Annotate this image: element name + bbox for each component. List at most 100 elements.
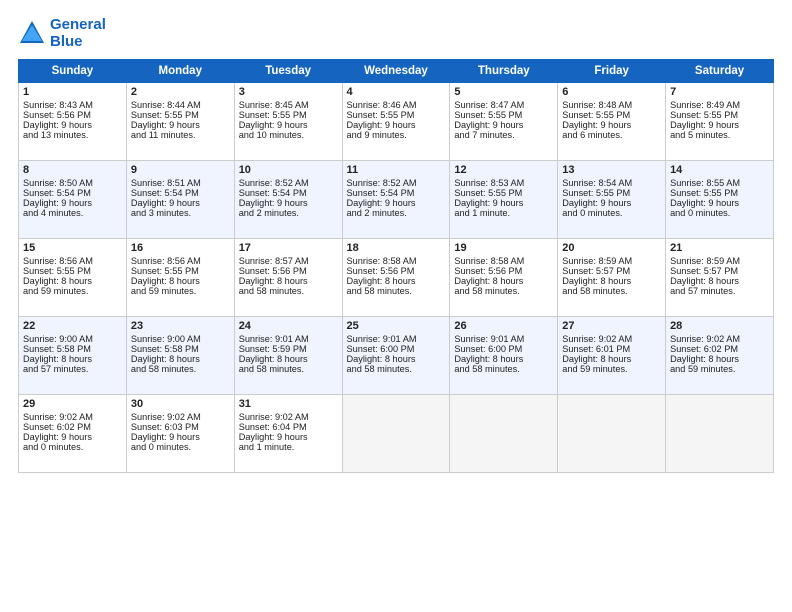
day-number: 12 xyxy=(454,164,553,176)
cell-line: Daylight: 8 hours xyxy=(23,276,122,286)
cell-line: and 58 minutes. xyxy=(131,364,230,374)
calendar-cell: 28Sunrise: 9:02 AMSunset: 6:02 PMDayligh… xyxy=(666,316,774,394)
calendar-cell: 16Sunrise: 8:56 AMSunset: 5:55 PMDayligh… xyxy=(126,238,234,316)
cell-line: Sunrise: 8:46 AM xyxy=(347,100,446,110)
day-number: 16 xyxy=(131,242,230,254)
cell-line: Daylight: 9 hours xyxy=(562,198,661,208)
calendar-cell: 2Sunrise: 8:44 AMSunset: 5:55 PMDaylight… xyxy=(126,82,234,160)
cell-line: Sunset: 5:54 PM xyxy=(239,188,338,198)
cell-line: Daylight: 8 hours xyxy=(239,276,338,286)
cell-line: Daylight: 9 hours xyxy=(131,198,230,208)
calendar-cell: 13Sunrise: 8:54 AMSunset: 5:55 PMDayligh… xyxy=(558,160,666,238)
logo-text: General Blue xyxy=(50,16,106,51)
cell-line: Sunset: 5:56 PM xyxy=(23,110,122,120)
calendar-cell: 17Sunrise: 8:57 AMSunset: 5:56 PMDayligh… xyxy=(234,238,342,316)
cell-line: and 1 minute. xyxy=(454,208,553,218)
cell-line: Sunrise: 9:02 AM xyxy=(131,412,230,422)
weekday-header-friday: Friday xyxy=(558,59,666,82)
cell-line: Daylight: 8 hours xyxy=(239,354,338,364)
cell-line: Sunrise: 9:02 AM xyxy=(239,412,338,422)
cell-line: Sunset: 6:01 PM xyxy=(562,344,661,354)
cell-line: Daylight: 9 hours xyxy=(239,432,338,442)
cell-line: and 11 minutes. xyxy=(131,130,230,140)
calendar-table: SundayMondayTuesdayWednesdayThursdayFrid… xyxy=(18,59,774,473)
day-number: 8 xyxy=(23,164,122,176)
cell-line: and 0 minutes. xyxy=(23,442,122,452)
cell-line: Daylight: 9 hours xyxy=(23,198,122,208)
cell-line: Sunset: 5:57 PM xyxy=(670,266,769,276)
calendar-cell: 1Sunrise: 8:43 AMSunset: 5:56 PMDaylight… xyxy=(19,82,127,160)
cell-line: and 58 minutes. xyxy=(347,364,446,374)
cell-line: Daylight: 9 hours xyxy=(670,120,769,130)
cell-line: Sunrise: 8:49 AM xyxy=(670,100,769,110)
cell-line: Sunset: 5:54 PM xyxy=(23,188,122,198)
cell-line: and 58 minutes. xyxy=(347,286,446,296)
day-number: 19 xyxy=(454,242,553,254)
cell-line: and 9 minutes. xyxy=(347,130,446,140)
cell-line: Daylight: 8 hours xyxy=(347,276,446,286)
day-number: 2 xyxy=(131,86,230,98)
calendar-cell: 24Sunrise: 9:01 AMSunset: 5:59 PMDayligh… xyxy=(234,316,342,394)
cell-line: Sunrise: 8:50 AM xyxy=(23,178,122,188)
calendar-cell: 12Sunrise: 8:53 AMSunset: 5:55 PMDayligh… xyxy=(450,160,558,238)
cell-line: Daylight: 8 hours xyxy=(562,354,661,364)
cell-line: and 59 minutes. xyxy=(562,364,661,374)
day-number: 17 xyxy=(239,242,338,254)
cell-line: and 58 minutes. xyxy=(239,364,338,374)
day-number: 15 xyxy=(23,242,122,254)
cell-line: and 59 minutes. xyxy=(23,286,122,296)
cell-line: Sunrise: 9:00 AM xyxy=(23,334,122,344)
weekday-header-saturday: Saturday xyxy=(666,59,774,82)
cell-line: Sunrise: 8:44 AM xyxy=(131,100,230,110)
cell-line: Sunset: 5:55 PM xyxy=(23,266,122,276)
cell-line: Sunset: 5:58 PM xyxy=(131,344,230,354)
calendar-week-row: 8Sunrise: 8:50 AMSunset: 5:54 PMDaylight… xyxy=(19,160,774,238)
cell-line: Daylight: 9 hours xyxy=(562,120,661,130)
calendar-cell: 25Sunrise: 9:01 AMSunset: 6:00 PMDayligh… xyxy=(342,316,450,394)
cell-line: and 5 minutes. xyxy=(670,130,769,140)
calendar-cell: 7Sunrise: 8:49 AMSunset: 5:55 PMDaylight… xyxy=(666,82,774,160)
cell-line: Sunrise: 8:54 AM xyxy=(562,178,661,188)
cell-line: Sunset: 6:02 PM xyxy=(23,422,122,432)
weekday-header-row: SundayMondayTuesdayWednesdayThursdayFrid… xyxy=(19,59,774,82)
cell-line: Sunset: 6:04 PM xyxy=(239,422,338,432)
calendar-cell xyxy=(342,394,450,472)
cell-line: and 58 minutes. xyxy=(454,286,553,296)
cell-line: and 57 minutes. xyxy=(670,286,769,296)
day-number: 23 xyxy=(131,320,230,332)
day-number: 30 xyxy=(131,398,230,410)
day-number: 4 xyxy=(347,86,446,98)
cell-line: and 59 minutes. xyxy=(670,364,769,374)
cell-line: Daylight: 8 hours xyxy=(670,276,769,286)
cell-line: Sunrise: 9:01 AM xyxy=(454,334,553,344)
cell-line: Sunrise: 9:02 AM xyxy=(670,334,769,344)
cell-line: Sunrise: 8:59 AM xyxy=(562,256,661,266)
cell-line: and 2 minutes. xyxy=(239,208,338,218)
cell-line: Daylight: 9 hours xyxy=(670,198,769,208)
day-number: 7 xyxy=(670,86,769,98)
calendar-cell: 23Sunrise: 9:00 AMSunset: 5:58 PMDayligh… xyxy=(126,316,234,394)
weekday-header-thursday: Thursday xyxy=(450,59,558,82)
cell-line: and 58 minutes. xyxy=(239,286,338,296)
calendar-cell: 3Sunrise: 8:45 AMSunset: 5:55 PMDaylight… xyxy=(234,82,342,160)
calendar-cell: 27Sunrise: 9:02 AMSunset: 6:01 PMDayligh… xyxy=(558,316,666,394)
cell-line: and 58 minutes. xyxy=(562,286,661,296)
cell-line: Sunrise: 8:53 AM xyxy=(454,178,553,188)
cell-line: Daylight: 9 hours xyxy=(239,198,338,208)
cell-line: and 2 minutes. xyxy=(347,208,446,218)
cell-line: Daylight: 8 hours xyxy=(454,276,553,286)
logo-icon xyxy=(18,19,46,47)
cell-line: Sunset: 5:55 PM xyxy=(454,110,553,120)
cell-line: Sunrise: 8:52 AM xyxy=(239,178,338,188)
cell-line: Sunset: 5:55 PM xyxy=(562,188,661,198)
cell-line: and 0 minutes. xyxy=(562,208,661,218)
calendar-cell: 4Sunrise: 8:46 AMSunset: 5:55 PMDaylight… xyxy=(342,82,450,160)
day-number: 3 xyxy=(239,86,338,98)
cell-line: Sunrise: 8:59 AM xyxy=(670,256,769,266)
cell-line: and 13 minutes. xyxy=(23,130,122,140)
day-number: 6 xyxy=(562,86,661,98)
day-number: 31 xyxy=(239,398,338,410)
cell-line: Sunset: 5:55 PM xyxy=(454,188,553,198)
weekday-header-sunday: Sunday xyxy=(19,59,127,82)
cell-line: Sunrise: 8:58 AM xyxy=(347,256,446,266)
